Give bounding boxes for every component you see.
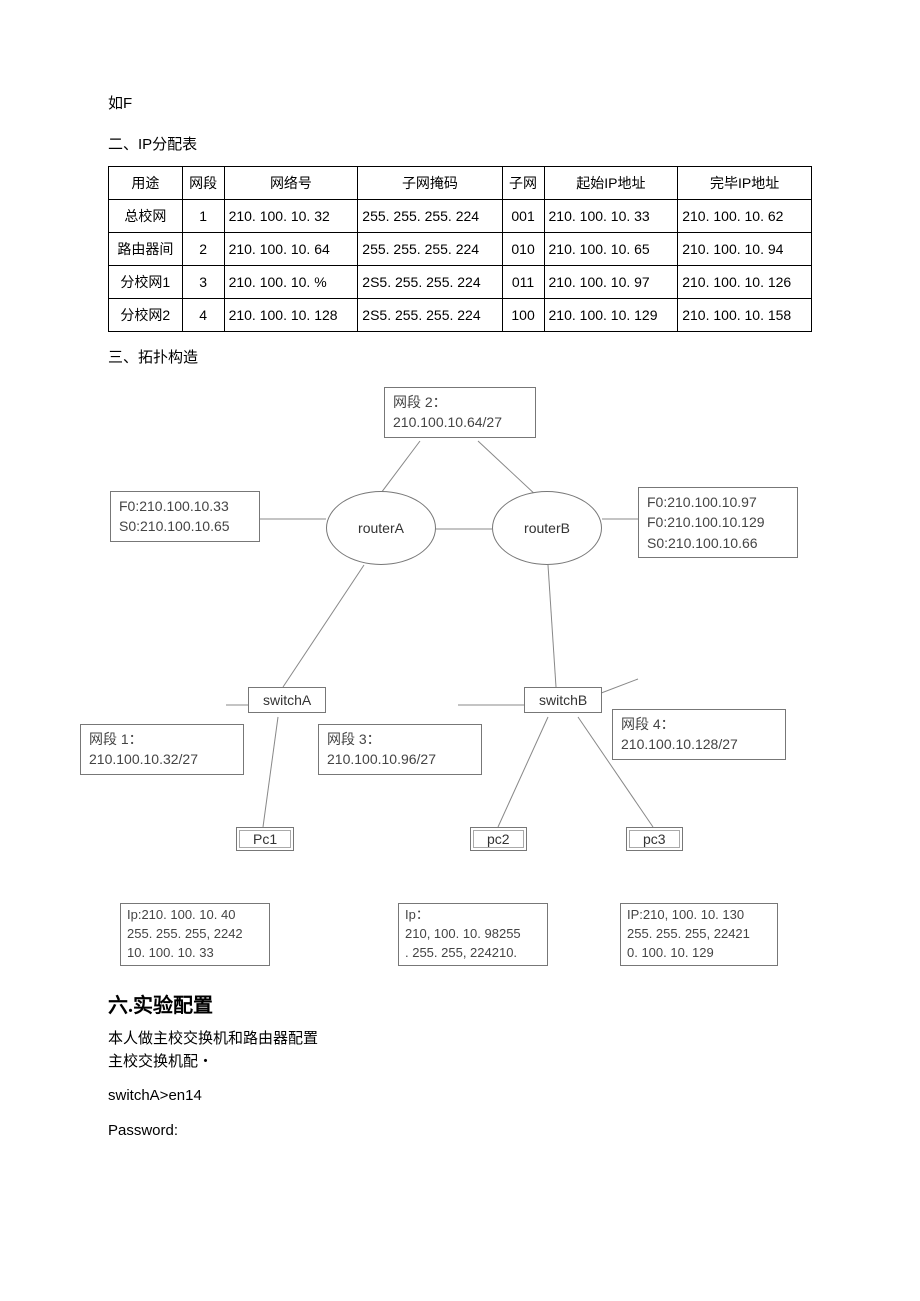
ip-allocation-table: 用途 网段 网络号 子网掩码 子网 起始IP地址 完毕IP地址 总校网 1 21… xyxy=(108,166,812,332)
th-start-ip: 起始IP地址 xyxy=(544,167,678,200)
routerB-node: routerB xyxy=(492,491,602,565)
table-row: 总校网 1 210. 100. 10. 32 255. 255. 255. 22… xyxy=(109,200,812,233)
cell: 210. 100. 10. 158 xyxy=(678,299,812,332)
segment-4-box: 网段 4： 210.100.10.128/27 xyxy=(612,709,786,760)
pc1-l1: Ip:210. 100. 10. 40 xyxy=(127,906,263,925)
cfg-line-2: 主校交换机配・ xyxy=(108,1051,812,1074)
cell: 100 xyxy=(502,299,544,332)
cell: 001 xyxy=(502,200,544,233)
ra-l2: S0:210.100.10.65 xyxy=(119,516,251,536)
pc2-l2: 210, 100. 10. 98255 xyxy=(405,925,541,944)
cell: 011 xyxy=(502,266,544,299)
th-segment: 网段 xyxy=(182,167,224,200)
cell: 210. 100. 10. 33 xyxy=(544,200,678,233)
rb-l1: F0:210.100.10.97 xyxy=(647,492,789,512)
seg2-l2: 210.100.10.64/27 xyxy=(393,412,527,432)
rb-l2: F0:210.100.10.129 xyxy=(647,512,789,532)
table-row: 分校网1 3 210. 100. 10. % 2S5. 255. 255. 22… xyxy=(109,266,812,299)
pc2-info-box: Ip： 210, 100. 10. 98255 . 255. 255, 2242… xyxy=(398,903,548,966)
segment-3-box: 网段 3： 210.100.10.96/27 xyxy=(318,724,482,775)
th-end-ip: 完毕IP地址 xyxy=(678,167,812,200)
cell: 2S5. 255. 255. 224 xyxy=(358,299,502,332)
cell: 255. 255. 255. 224 xyxy=(358,233,502,266)
segment-2-box: 网段 2： 210.100.10.64/27 xyxy=(384,387,536,438)
cell: 总校网 xyxy=(109,200,183,233)
cell: 分校网2 xyxy=(109,299,183,332)
switchB-label: switchB xyxy=(539,692,587,708)
cfg-line-1: 本人做主校交换机和路由器配置 xyxy=(108,1028,812,1051)
pc3-l1: IP:210, 100. 10. 130 xyxy=(627,906,771,925)
switchA-label: switchA xyxy=(263,692,311,708)
section-6-title: 六.实验配置 xyxy=(108,989,812,1018)
section-2-title: 二、IP分配表 xyxy=(108,131,812,158)
th-network: 网络号 xyxy=(224,167,358,200)
th-netmask: 子网掩码 xyxy=(358,167,502,200)
pc2-label: pc2 xyxy=(487,831,510,847)
cell: 210. 100. 10. % xyxy=(224,266,358,299)
pc2-l3: . 255. 255, 224210. xyxy=(405,944,541,963)
routerB-label: routerB xyxy=(524,520,570,536)
cell: 4 xyxy=(182,299,224,332)
pc3-l3: 0. 100. 10. 129 xyxy=(627,944,771,963)
seg4-l1: 网段 4： xyxy=(621,714,777,734)
cell: 2S5. 255. 255. 224 xyxy=(358,266,502,299)
routerA-info-box: F0:210.100.10.33 S0:210.100.10.65 xyxy=(110,491,260,542)
table-header-row: 用途 网段 网络号 子网掩码 子网 起始IP地址 完毕IP地址 xyxy=(109,167,812,200)
seg2-l1: 网段 2： xyxy=(393,392,527,412)
cell: 210. 100. 10. 94 xyxy=(678,233,812,266)
ra-l1: F0:210.100.10.33 xyxy=(119,496,251,516)
cfg-cmd-1: switchA>en14 xyxy=(108,1087,812,1104)
th-usage: 用途 xyxy=(109,167,183,200)
switchA-node: switchA xyxy=(248,687,326,713)
pc3-node: pc3 xyxy=(626,827,683,851)
cell: 210. 100. 10. 32 xyxy=(224,200,358,233)
pc1-label: Pc1 xyxy=(253,831,277,847)
cell: 210. 100. 10. 126 xyxy=(678,266,812,299)
section-3-title: 三、拓扑构造 xyxy=(108,344,812,371)
cell: 210. 100. 10. 64 xyxy=(224,233,358,266)
cell: 210. 100. 10. 65 xyxy=(544,233,678,266)
pc1-l3: 10. 100. 10. 33 xyxy=(127,944,263,963)
cell: 010 xyxy=(502,233,544,266)
cell: 2 xyxy=(182,233,224,266)
th-subnet: 子网 xyxy=(502,167,544,200)
routerA-node: routerA xyxy=(326,491,436,565)
pc3-l2: 255. 255. 255, 22421 xyxy=(627,925,771,944)
segment-1-box: 网段 1： 210.100.10.32/27 xyxy=(80,724,244,775)
pc1-node: Pc1 xyxy=(236,827,294,851)
table-row: 路由器间 2 210. 100. 10. 64 255. 255. 255. 2… xyxy=(109,233,812,266)
cell: 分校网1 xyxy=(109,266,183,299)
topology-wires xyxy=(108,379,812,987)
seg3-l2: 210.100.10.96/27 xyxy=(327,749,473,769)
seg4-l2: 210.100.10.128/27 xyxy=(621,734,777,754)
cell: 210. 100. 10. 97 xyxy=(544,266,678,299)
cell: 255. 255. 255. 224 xyxy=(358,200,502,233)
table-row: 分校网2 4 210. 100. 10. 128 2S5. 255. 255. … xyxy=(109,299,812,332)
cell: 3 xyxy=(182,266,224,299)
cell: 210. 100. 10. 62 xyxy=(678,200,812,233)
rb-l3: S0:210.100.10.66 xyxy=(647,533,789,553)
pc2-l1: Ip： xyxy=(405,906,541,925)
switchB-node: switchB xyxy=(524,687,602,713)
routerB-info-box: F0:210.100.10.97 F0:210.100.10.129 S0:21… xyxy=(638,487,798,558)
routerA-label: routerA xyxy=(358,520,404,536)
pc1-info-box: Ip:210. 100. 10. 40 255. 255. 255, 2242 … xyxy=(120,903,270,966)
topology-diagram: 网段 2： 210.100.10.64/27 F0:210.100.10.33 … xyxy=(108,379,812,987)
seg1-l1: 网段 1： xyxy=(89,729,235,749)
cfg-cmd-2: Password: xyxy=(108,1122,812,1139)
pc3-label: pc3 xyxy=(643,831,666,847)
cell: 路由器间 xyxy=(109,233,183,266)
cell: 1 xyxy=(182,200,224,233)
cell: 210. 100. 10. 128 xyxy=(224,299,358,332)
pc1-l2: 255. 255. 255, 2242 xyxy=(127,925,263,944)
cell: 210. 100. 10. 129 xyxy=(544,299,678,332)
pc2-node: pc2 xyxy=(470,827,527,851)
seg3-l1: 网段 3： xyxy=(327,729,473,749)
intro-line: 如F xyxy=(108,90,812,117)
seg1-l2: 210.100.10.32/27 xyxy=(89,749,235,769)
pc3-info-box: IP:210, 100. 10. 130 255. 255. 255, 2242… xyxy=(620,903,778,966)
